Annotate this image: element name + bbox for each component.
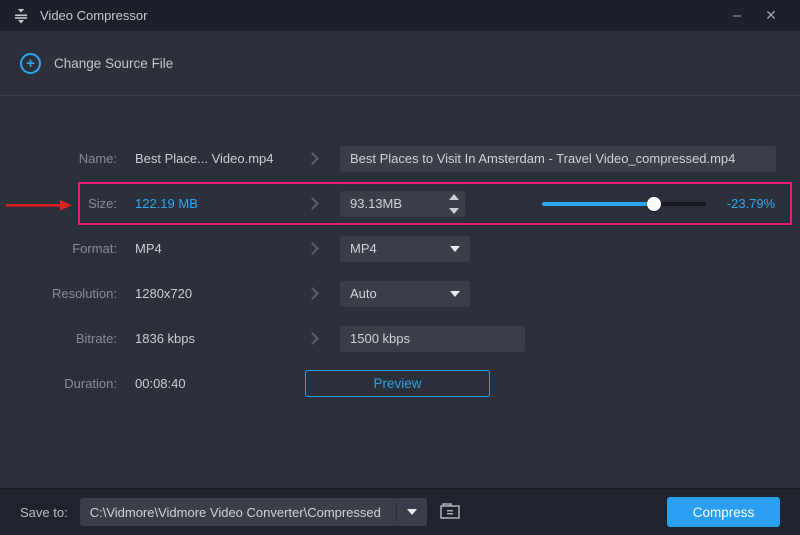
plus-circle-icon[interactable]: + (20, 53, 41, 74)
chevron-right-icon (306, 332, 319, 345)
chevron-right-icon (306, 242, 319, 255)
bitrate-label: Bitrate: (0, 331, 117, 346)
bitrate-input[interactable] (340, 326, 525, 352)
size-reduction-percent: -23.79% (720, 196, 782, 211)
dropdown-arrow-icon (450, 291, 460, 297)
minimize-button[interactable]: – (720, 0, 754, 31)
size-step-down-icon[interactable] (449, 208, 459, 214)
format-dropdown[interactable]: MP4 (340, 236, 470, 262)
resolution-label: Resolution: (0, 286, 117, 301)
size-slider[interactable] (542, 197, 706, 211)
compressor-app-icon (12, 7, 30, 25)
path-dropdown-arrow-icon[interactable] (407, 509, 417, 515)
resolution-row: Resolution: 1280x720 Auto (0, 271, 800, 316)
name-source-value: Best Place... Video.mp4 (135, 151, 285, 166)
source-toolbar: + Change Source File (0, 31, 800, 96)
target-size-input[interactable] (340, 191, 465, 217)
open-folder-button[interactable] (435, 498, 465, 526)
resolution-dropdown[interactable]: Auto (340, 281, 470, 307)
compress-button[interactable]: Compress (667, 497, 780, 527)
size-spinner (340, 191, 465, 217)
change-source-file-button[interactable]: Change Source File (54, 56, 173, 71)
save-path-combo[interactable]: C:\Vidmore\Vidmore Video Converter\Compr… (80, 498, 427, 526)
format-source-value: MP4 (135, 241, 285, 256)
size-slider-thumb[interactable] (647, 197, 661, 211)
folder-icon (439, 502, 461, 523)
size-row: Size: 122.19 MB -23.79% (0, 181, 800, 226)
format-label: Format: (0, 241, 117, 256)
format-row: Format: MP4 MP4 (0, 226, 800, 271)
close-button[interactable]: ✕ (754, 0, 788, 31)
output-name-input[interactable] (340, 146, 776, 172)
bitrate-source-value: 1836 kbps (135, 331, 285, 346)
name-row: Name: Best Place... Video.mp4 (0, 136, 800, 181)
size-source-value: 122.19 MB (135, 196, 285, 211)
format-selected-value: MP4 (350, 241, 377, 256)
window-title: Video Compressor (40, 8, 147, 23)
duration-label: Duration: (0, 376, 117, 391)
size-slider-fill (542, 202, 654, 206)
resolution-selected-value: Auto (350, 286, 377, 301)
footer-bar: Save to: C:\Vidmore\Vidmore Video Conver… (0, 488, 800, 535)
preview-button[interactable]: Preview (305, 370, 490, 397)
compressor-settings-panel: Name: Best Place... Video.mp4 Size: 122.… (0, 96, 800, 488)
name-label: Name: (0, 151, 117, 166)
resolution-source-value: 1280x720 (135, 286, 285, 301)
bitrate-row: Bitrate: 1836 kbps (0, 316, 800, 361)
dropdown-arrow-icon (450, 246, 460, 252)
size-step-up-icon[interactable] (449, 194, 459, 200)
save-to-label: Save to: (20, 505, 68, 520)
chevron-right-icon (306, 197, 319, 210)
chevron-right-icon (306, 287, 319, 300)
duration-value: 00:08:40 (135, 376, 285, 391)
duration-row: Duration: 00:08:40 Preview (0, 361, 800, 406)
save-path-value: C:\Vidmore\Vidmore Video Converter\Compr… (80, 505, 396, 520)
title-bar: Video Compressor – ✕ (0, 0, 800, 31)
annotation-arrow-icon (6, 198, 72, 216)
chevron-right-icon (306, 152, 319, 165)
